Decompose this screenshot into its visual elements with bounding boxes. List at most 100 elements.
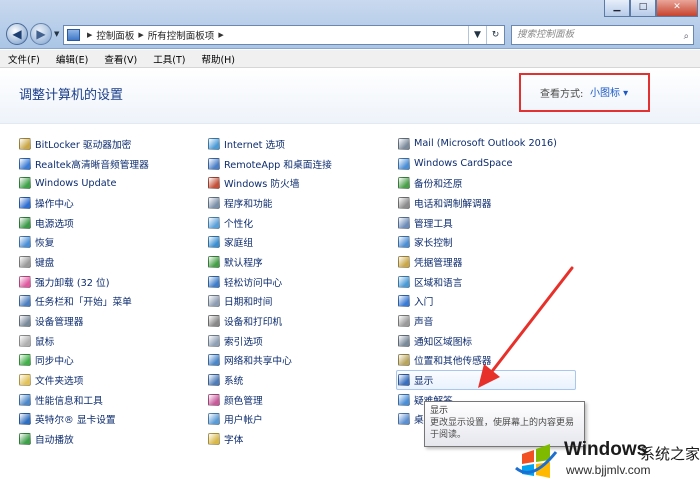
forward-button[interactable]: ▶: [30, 23, 52, 45]
control-panel-item[interactable]: 操作中心: [19, 193, 149, 213]
control-panel-item-label[interactable]: 强力卸载 (32 位): [35, 275, 109, 289]
control-panel-item[interactable]: 索引选项: [208, 331, 332, 351]
control-panel-item-label[interactable]: 文件夹选项: [35, 373, 83, 387]
control-panel-item[interactable]: 显示: [396, 370, 576, 390]
control-panel-item-label[interactable]: Windows 防火墙: [224, 176, 299, 190]
control-panel-item-label[interactable]: BitLocker 驱动器加密: [35, 137, 131, 151]
view-by-dropdown[interactable]: 小图标 ▾: [590, 84, 628, 99]
maximize-button[interactable]: □: [630, 0, 656, 17]
breadcrumb-chevron-icon[interactable]: ▶: [138, 31, 143, 39]
control-panel-item[interactable]: Realtek高清晰音频管理器: [19, 154, 149, 174]
close-button[interactable]: ✕: [656, 0, 698, 17]
control-panel-item-label[interactable]: 索引选项: [224, 334, 263, 348]
menu-help[interactable]: 帮助(H): [201, 52, 235, 66]
control-panel-item-label[interactable]: 颜色管理: [224, 393, 263, 407]
recent-pages-dropdown[interactable]: ▼: [54, 30, 59, 38]
control-panel-item[interactable]: 家长控制: [398, 232, 576, 252]
control-panel-item-label[interactable]: Internet 选项: [224, 137, 285, 151]
control-panel-item-label[interactable]: 恢复: [35, 235, 54, 249]
control-panel-item[interactable]: 英特尔® 显卡设置: [19, 410, 149, 430]
control-panel-item-label[interactable]: 日期和时间: [224, 294, 272, 308]
control-panel-item[interactable]: 网络和共享中心: [208, 351, 332, 371]
control-panel-item[interactable]: 同步中心: [19, 351, 149, 371]
control-panel-item[interactable]: 电源选项: [19, 213, 149, 233]
control-panel-item[interactable]: 轻松访问中心: [208, 272, 332, 292]
control-panel-item-label[interactable]: 同步中心: [35, 353, 74, 367]
control-panel-item-label[interactable]: 默认程序: [224, 255, 263, 269]
back-button[interactable]: ◀: [6, 23, 28, 45]
control-panel-item-label[interactable]: 设备管理器: [35, 314, 83, 328]
control-panel-item-label[interactable]: 个性化: [224, 216, 253, 230]
control-panel-item-label[interactable]: 电源选项: [35, 216, 74, 230]
control-panel-item-label[interactable]: 网络和共享中心: [224, 353, 292, 367]
control-panel-item[interactable]: Windows 防火墙: [208, 173, 332, 193]
control-panel-item-label[interactable]: 家庭组: [224, 235, 253, 249]
control-panel-item[interactable]: Windows CardSpace: [398, 154, 576, 174]
control-panel-item-label[interactable]: 性能信息和工具: [35, 393, 103, 407]
control-panel-item[interactable]: 程序和功能: [208, 193, 332, 213]
control-panel-item[interactable]: 用户帐户: [208, 410, 332, 430]
control-panel-item-label[interactable]: 字体: [224, 432, 243, 446]
search-icon[interactable]: ⌕: [684, 28, 689, 46]
control-panel-item[interactable]: 自动播放: [19, 429, 149, 449]
control-panel-item-label[interactable]: 自动播放: [35, 432, 74, 446]
control-panel-item[interactable]: 键盘: [19, 252, 149, 272]
control-panel-item-label[interactable]: Realtek高清晰音频管理器: [35, 157, 149, 171]
control-panel-item[interactable]: 日期和时间: [208, 292, 332, 312]
control-panel-item[interactable]: 声音: [398, 311, 576, 331]
control-panel-item-label[interactable]: 操作中心: [35, 196, 74, 210]
menu-edit[interactable]: 编辑(E): [56, 52, 88, 66]
breadcrumb-all-items[interactable]: 所有控制面板项: [148, 28, 215, 42]
control-panel-item[interactable]: 任务栏和「开始」菜单: [19, 292, 149, 312]
control-panel-item[interactable]: 家庭组: [208, 232, 332, 252]
control-panel-item-label[interactable]: 鼠标: [35, 334, 54, 348]
control-panel-item-label[interactable]: 键盘: [35, 255, 54, 269]
search-input[interactable]: 搜索控制面板 ⌕: [511, 25, 694, 45]
control-panel-item[interactable]: 管理工具: [398, 213, 576, 233]
control-panel-item-label[interactable]: 位置和其他传感器: [414, 353, 492, 367]
control-panel-item[interactable]: 设备和打印机: [208, 311, 332, 331]
control-panel-item-label[interactable]: 用户帐户: [224, 412, 263, 426]
control-panel-item-label[interactable]: 英特尔® 显卡设置: [35, 412, 116, 426]
control-panel-item[interactable]: 性能信息和工具: [19, 390, 149, 410]
control-panel-item[interactable]: 电话和调制解调器: [398, 193, 576, 213]
control-panel-item-label[interactable]: RemoteApp 和桌面连接: [224, 157, 332, 171]
control-panel-item[interactable]: 默认程序: [208, 252, 332, 272]
control-panel-item-label[interactable]: 凭据管理器: [414, 255, 462, 269]
control-panel-item[interactable]: 凭据管理器: [398, 252, 576, 272]
breadcrumb-chevron-icon[interactable]: ▶: [218, 31, 223, 39]
control-panel-item[interactable]: Internet 选项: [208, 134, 332, 154]
refresh-icon[interactable]: ↻: [486, 26, 504, 44]
control-panel-item[interactable]: Windows Update: [19, 173, 149, 193]
control-panel-item-label[interactable]: 管理工具: [414, 216, 453, 230]
control-panel-item[interactable]: 设备管理器: [19, 311, 149, 331]
control-panel-item-label[interactable]: 备份和还原: [414, 176, 462, 190]
control-panel-item-label[interactable]: 轻松访问中心: [224, 275, 282, 289]
control-panel-item-label[interactable]: 任务栏和「开始」菜单: [35, 294, 132, 308]
control-panel-item[interactable]: 通知区域图标: [398, 331, 576, 351]
control-panel-item[interactable]: Mail (Microsoft Outlook 2016): [398, 134, 576, 154]
control-panel-item-label[interactable]: Mail (Microsoft Outlook 2016): [414, 138, 557, 149]
control-panel-item-label[interactable]: 程序和功能: [224, 196, 272, 210]
control-panel-item-label[interactable]: 通知区域图标: [414, 334, 472, 348]
control-panel-item[interactable]: 颜色管理: [208, 390, 332, 410]
menu-tools[interactable]: 工具(T): [153, 52, 185, 66]
control-panel-item[interactable]: 字体: [208, 429, 332, 449]
control-panel-item[interactable]: 备份和还原: [398, 173, 576, 193]
address-bar[interactable]: ▶ 控制面板 ▶ 所有控制面板项 ▶ ▼ ↻: [63, 25, 505, 45]
control-panel-item[interactable]: RemoteApp 和桌面连接: [208, 154, 332, 174]
address-dropdown-icon[interactable]: ▼: [468, 26, 486, 44]
control-panel-item-label[interactable]: Windows Update: [35, 178, 116, 189]
control-panel-item[interactable]: 系统: [208, 370, 332, 390]
control-panel-item-label[interactable]: 设备和打印机: [224, 314, 282, 328]
menu-view[interactable]: 查看(V): [104, 52, 137, 66]
control-panel-item-label[interactable]: 声音: [414, 314, 433, 328]
control-panel-item[interactable]: BitLocker 驱动器加密: [19, 134, 149, 154]
control-panel-item[interactable]: 恢复: [19, 232, 149, 252]
control-panel-item[interactable]: 强力卸载 (32 位): [19, 272, 149, 292]
control-panel-item-label[interactable]: 显示: [414, 373, 433, 387]
control-panel-item-label[interactable]: 系统: [224, 373, 243, 387]
control-panel-item-label[interactable]: 入门: [414, 294, 433, 308]
breadcrumb-chevron-icon[interactable]: ▶: [87, 31, 92, 39]
control-panel-item-label[interactable]: Windows CardSpace: [414, 158, 513, 169]
